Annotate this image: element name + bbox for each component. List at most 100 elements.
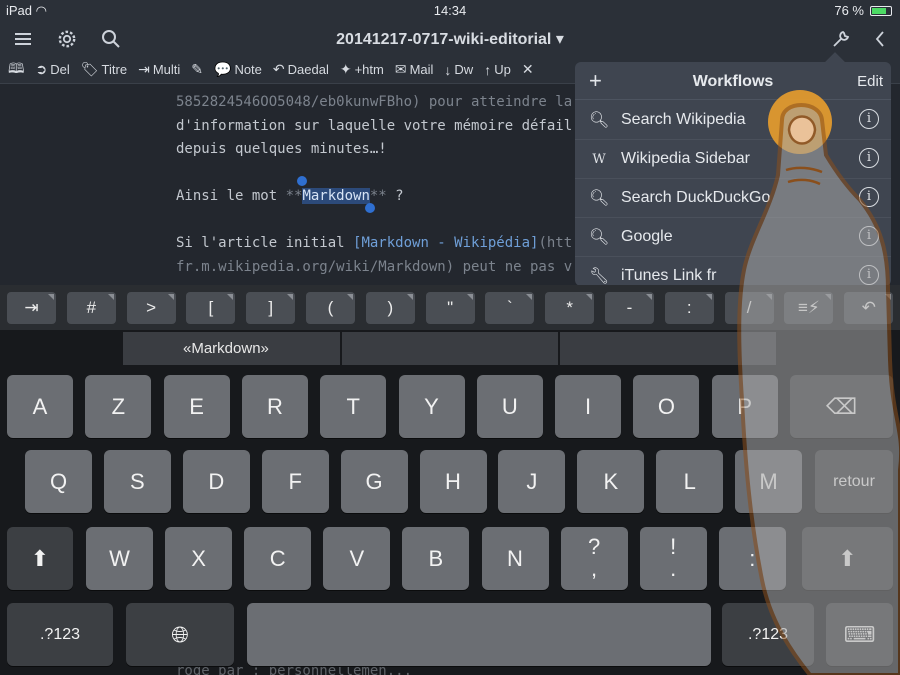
key-c[interactable]: C bbox=[244, 527, 312, 590]
suggestion-bar-item[interactable]: «Markdown» bbox=[123, 332, 340, 365]
edit-button[interactable]: Edit bbox=[857, 73, 883, 90]
workflow-item[interactable]: 🔍︎ Search DuckDuckGo i bbox=[575, 179, 891, 218]
key-s[interactable]: S bbox=[103, 450, 171, 513]
accessory-key[interactable]: : bbox=[664, 292, 714, 324]
selection-handle-start[interactable] bbox=[297, 176, 307, 186]
shift-key-right[interactable]: ⬆ bbox=[802, 527, 893, 590]
key-t[interactable]: T bbox=[320, 375, 387, 438]
info-icon[interactable]: i bbox=[859, 109, 879, 129]
accessory-key[interactable]: - bbox=[605, 292, 654, 324]
key-a[interactable]: A bbox=[7, 375, 73, 438]
suggestion-bar-item[interactable] bbox=[342, 332, 558, 365]
popover-title: Workflows bbox=[692, 73, 774, 90]
accessory-key[interactable]: ) bbox=[365, 292, 415, 324]
toolbar-item-label: Up bbox=[494, 62, 511, 77]
info-icon[interactable]: i bbox=[859, 265, 879, 285]
key-j[interactable]: J bbox=[498, 450, 566, 513]
key-u[interactable]: U bbox=[476, 375, 543, 438]
search-icon: 🔍︎ bbox=[589, 229, 610, 246]
accessory-key[interactable]: * bbox=[545, 292, 595, 324]
toolbar-item-cross[interactable]: ✕ bbox=[522, 61, 534, 78]
selected-text[interactable]: Markdown bbox=[302, 188, 370, 204]
accessory-key[interactable]: " bbox=[425, 292, 475, 324]
toolbar-item-label: Multi bbox=[152, 62, 181, 77]
key-i[interactable]: I bbox=[555, 375, 622, 438]
workflow-label: Wikipedia Sidebar bbox=[621, 150, 750, 167]
key-k[interactable]: K bbox=[577, 450, 645, 513]
key-g[interactable]: G bbox=[340, 450, 408, 513]
info-icon[interactable]: i bbox=[859, 226, 879, 246]
workflow-item[interactable]: 🔍︎ Google i bbox=[575, 218, 891, 257]
accessory-key[interactable]: ⇥ bbox=[7, 292, 56, 324]
wrench-icon[interactable] bbox=[830, 28, 852, 50]
accessory-key[interactable]: ( bbox=[306, 292, 355, 324]
toolbar-item-htm[interactable]: ✦ +htm bbox=[340, 61, 384, 78]
battery-status: 76 % bbox=[834, 3, 892, 18]
arrow-down-icon: ↓ bbox=[444, 61, 452, 78]
accessory-key[interactable]: # bbox=[66, 292, 116, 324]
key-h[interactable]: H bbox=[419, 450, 487, 513]
keyboard-dismiss-icon: ⌨ bbox=[843, 622, 876, 647]
toolbar-item-del[interactable]: ➲ Del bbox=[36, 61, 70, 78]
key-o[interactable]: O bbox=[633, 375, 700, 438]
toolbar-item-up[interactable]: ↑ Up bbox=[484, 62, 511, 78]
accessory-key[interactable]: [ bbox=[186, 292, 236, 324]
battery-icon bbox=[870, 5, 892, 16]
toolbar-item-daedal[interactable]: ↶ Daedal bbox=[273, 61, 329, 78]
reply-icon: ↶ bbox=[272, 61, 285, 77]
workflow-item[interactable]: 🔧︎ iTunes Link fr i bbox=[575, 257, 891, 286]
toolbar-item-label: Dw bbox=[454, 62, 474, 77]
key-r[interactable]: R bbox=[241, 375, 308, 438]
tag-icon: 🏷 bbox=[80, 61, 99, 77]
key-p[interactable]: P bbox=[711, 375, 778, 438]
backspace-key[interactable]: ⌫ bbox=[790, 375, 893, 438]
selection-handle-end[interactable] bbox=[365, 203, 375, 213]
key-m[interactable]: M bbox=[735, 450, 803, 513]
toolbar-item-mail[interactable]: ✉ Mail bbox=[395, 61, 434, 78]
accessory-key[interactable]: ≡⚡ bbox=[784, 292, 834, 324]
accessory-key[interactable]: ↶ bbox=[844, 292, 894, 324]
accessory-key[interactable]: ] bbox=[246, 292, 296, 324]
chevron-left-icon[interactable] bbox=[870, 28, 892, 50]
key-w[interactable]: W bbox=[86, 527, 153, 590]
toolbar-item-titre[interactable]: 🏷 Titre bbox=[81, 61, 127, 78]
workflow-item[interactable]: W Wikipedia Sidebar i bbox=[575, 140, 891, 179]
accessory-key[interactable]: / bbox=[724, 292, 774, 324]
key-v[interactable]: V bbox=[323, 527, 391, 590]
key-b[interactable]: B bbox=[402, 527, 470, 590]
toolbar-item-label: Daedal bbox=[287, 62, 329, 77]
space-key[interactable] bbox=[247, 603, 711, 666]
return-key[interactable]: retour bbox=[815, 450, 893, 513]
toolbar-item-note[interactable]: 💬 Note bbox=[214, 61, 262, 78]
key-e[interactable]: E bbox=[163, 375, 230, 438]
key-punct[interactable]: : bbox=[718, 527, 786, 590]
info-icon[interactable]: i bbox=[859, 148, 879, 168]
globe-key[interactable]: 🌐︎ bbox=[126, 603, 234, 666]
workflow-item[interactable]: 🔍︎ Search Wikipedia i bbox=[575, 101, 891, 140]
key-n[interactable]: N bbox=[481, 527, 549, 590]
shift-key-left[interactable]: ⬆ bbox=[7, 527, 73, 590]
key-punct[interactable]: ? , bbox=[560, 527, 628, 590]
numbers-key-right[interactable]: .?123 bbox=[722, 603, 814, 666]
accessory-key[interactable]: ` bbox=[485, 292, 535, 324]
toolbar-item-edit[interactable]: ✎ bbox=[191, 61, 203, 78]
hide-keyboard-key[interactable]: ⌨ bbox=[826, 603, 893, 666]
key-x[interactable]: X bbox=[165, 527, 233, 590]
key-y[interactable]: Y bbox=[398, 375, 465, 438]
numbers-key-left[interactable]: .?123 bbox=[7, 603, 113, 666]
info-icon[interactable]: i bbox=[859, 187, 879, 207]
key-l[interactable]: L bbox=[656, 450, 724, 513]
key-q[interactable]: Q bbox=[25, 450, 92, 513]
key-f[interactable]: F bbox=[261, 450, 329, 513]
toolbar-item-multi[interactable]: ⇥ Multi bbox=[138, 61, 180, 78]
key-punct[interactable]: ! . bbox=[639, 527, 707, 590]
key-d[interactable]: D bbox=[182, 450, 250, 513]
editor-line: depuis quelques minutes…! bbox=[176, 141, 387, 157]
key-z[interactable]: Z bbox=[85, 375, 152, 438]
suggestion-bar-item[interactable] bbox=[560, 332, 776, 365]
accessory-key[interactable]: > bbox=[126, 292, 176, 324]
toolbar-item-dw[interactable]: ↓ Dw bbox=[444, 62, 473, 78]
toolbar-item-book[interactable]: 🕮 bbox=[8, 58, 25, 82]
document-title[interactable]: 20141217-0717-wiki-editorial ▾ bbox=[0, 29, 900, 49]
book-icon: 🕮 bbox=[8, 59, 25, 76]
